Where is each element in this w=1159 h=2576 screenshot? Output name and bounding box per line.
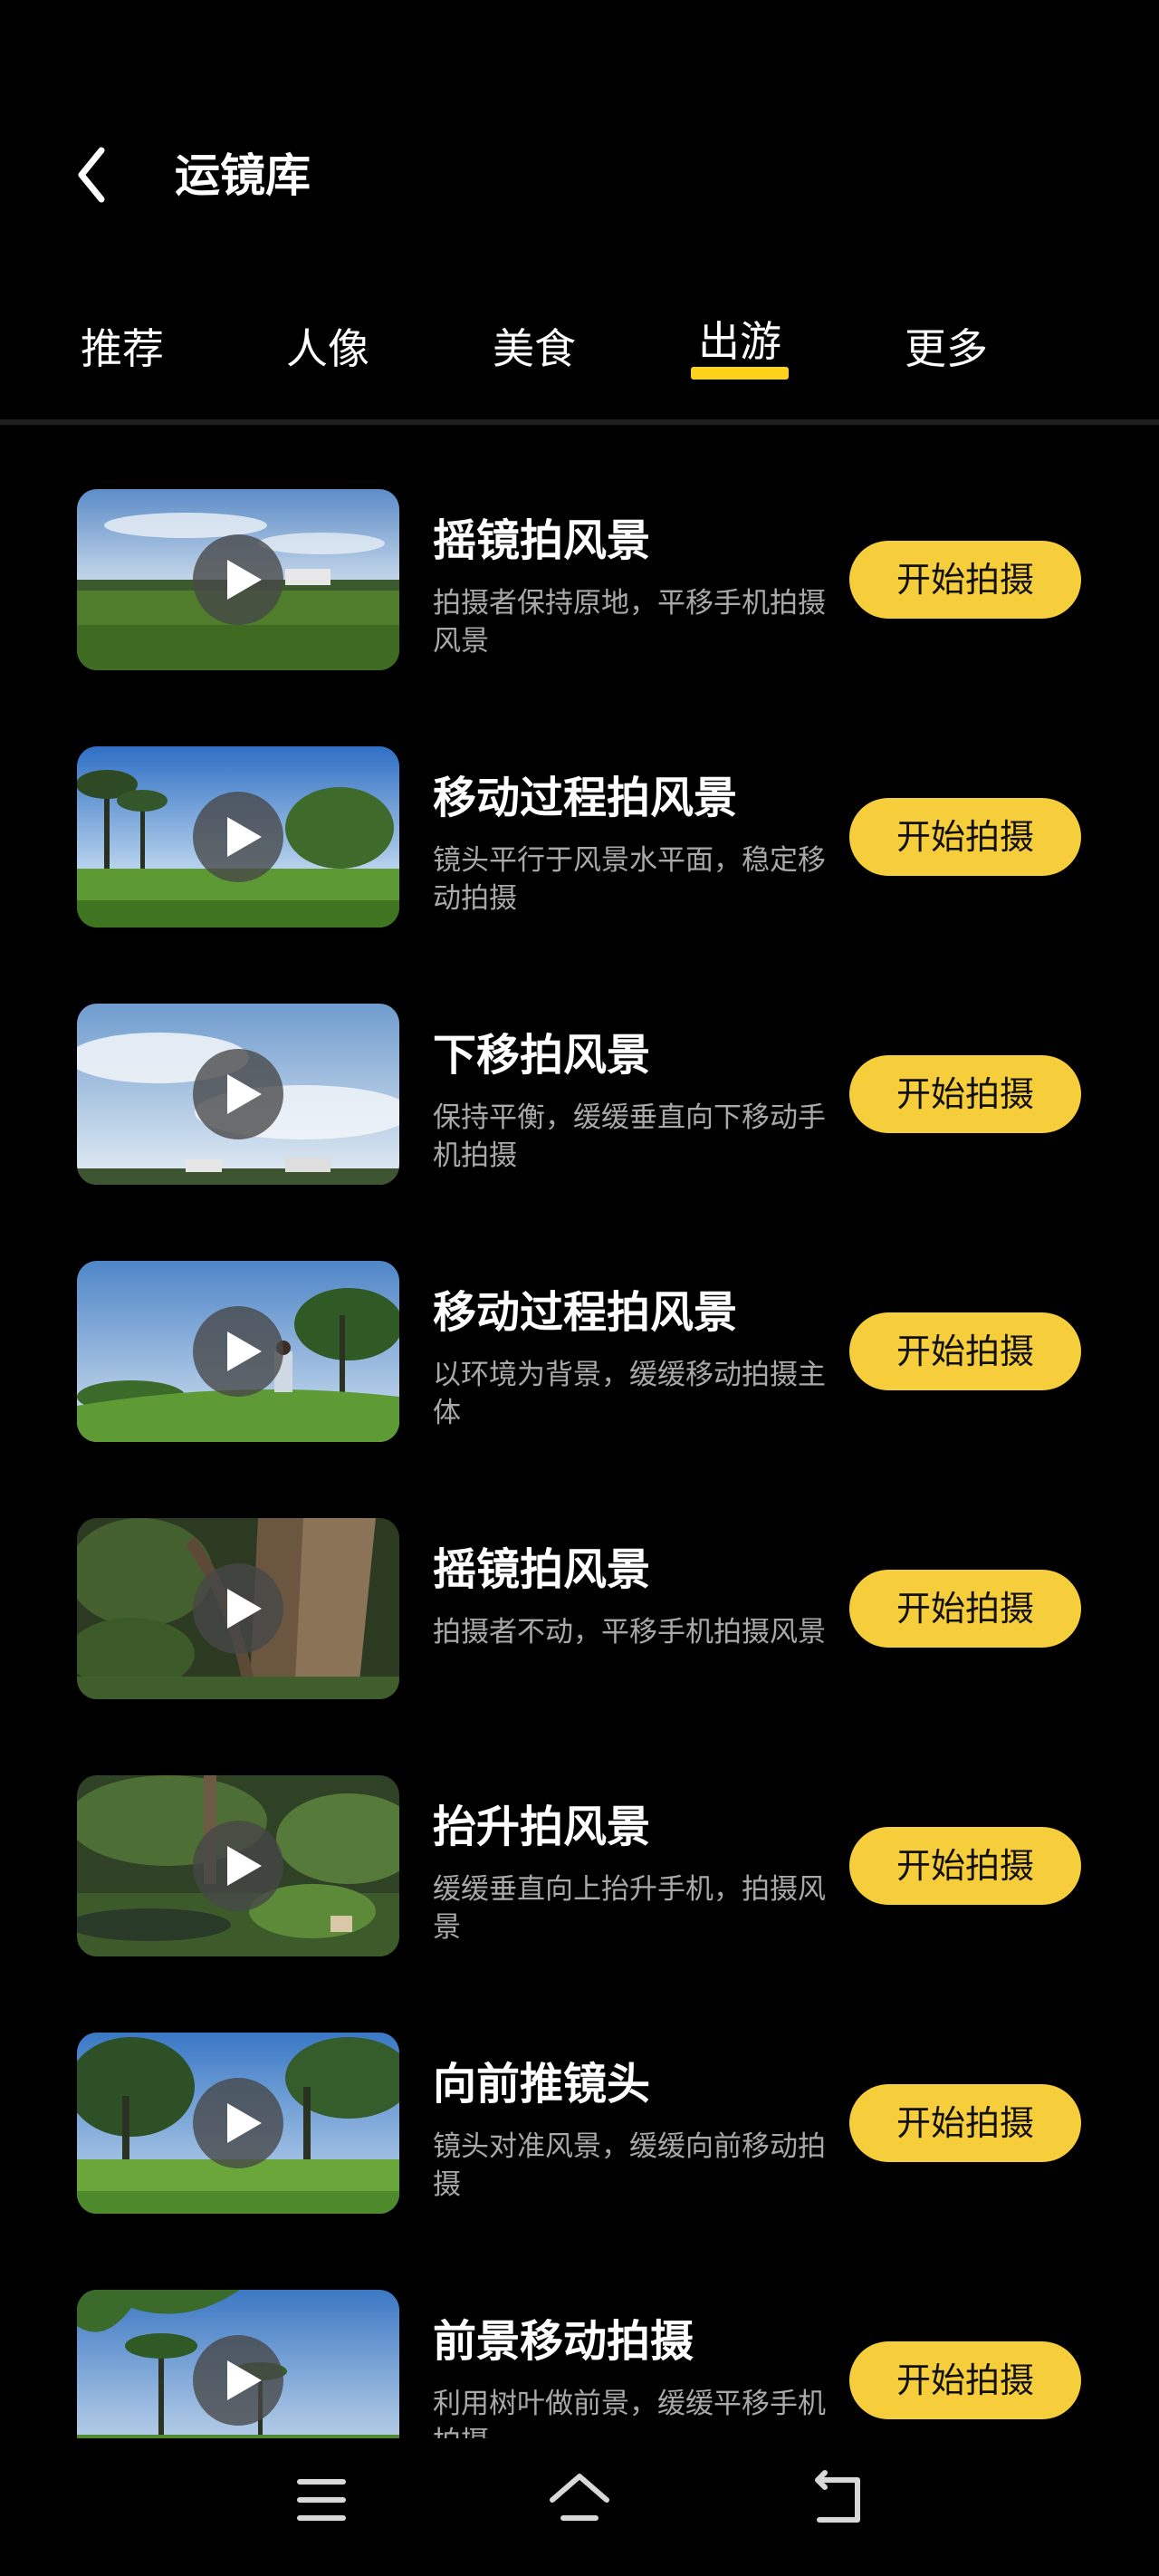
home-icon xyxy=(550,2474,609,2521)
tab-more[interactable]: 更多 xyxy=(883,303,1010,394)
item-title: 抬升拍风景 xyxy=(433,1802,651,1852)
page-title: 运镜库 xyxy=(175,149,311,202)
play-icon xyxy=(227,560,262,600)
item-title: 移动过程拍风景 xyxy=(433,1287,738,1338)
back-nav-button[interactable] xyxy=(792,2464,883,2536)
start-shooting-button[interactable]: 开始拍摄 xyxy=(849,1055,1081,1133)
item-title: 摇镜拍风景 xyxy=(433,1544,651,1595)
item-description: 缓缓垂直向上抬升手机，拍摄风景 xyxy=(433,1873,826,1944)
tab-recommend[interactable]: 推荐 xyxy=(59,303,186,394)
list-item[interactable]: 摇镜拍风景 拍摄者保持原地，平移手机拍摄风景 开始拍摄 xyxy=(0,426,1159,683)
play-icon xyxy=(227,1846,262,1886)
item-description: 以环境为背景，缓缓移动拍摄主体 xyxy=(433,1359,826,1429)
video-thumbnail[interactable] xyxy=(77,1518,399,1699)
header: 运镜库 xyxy=(0,127,1159,226)
camera-move-list: 摇镜拍风景 拍摄者保持原地，平移手机拍摄风景 开始拍摄 移动过程拍风景 镜头平行… xyxy=(0,426,1159,2438)
video-thumbnail[interactable] xyxy=(77,2290,399,2438)
start-shooting-button[interactable]: 开始拍摄 xyxy=(849,1312,1081,1390)
chevron-left-icon xyxy=(78,147,105,203)
active-tab-indicator xyxy=(691,367,789,380)
back-icon xyxy=(815,2470,860,2523)
start-shooting-button[interactable]: 开始拍摄 xyxy=(849,2341,1081,2419)
item-description: 保持平衡，缓缓垂直向下移动手机拍摄 xyxy=(433,1101,826,1172)
play-button[interactable] xyxy=(193,1306,283,1397)
video-thumbnail[interactable] xyxy=(77,2033,399,2214)
item-description: 利用树叶做前景，缓缓平移手机拍摄 xyxy=(433,2388,826,2438)
list-item[interactable]: 移动过程拍风景 镜头平行于风景水平面，稳定移动拍摄 开始拍摄 xyxy=(0,683,1159,940)
play-button[interactable] xyxy=(193,792,283,882)
system-nav-bar xyxy=(0,2438,1159,2576)
menu-button[interactable] xyxy=(276,2464,367,2536)
play-button[interactable] xyxy=(193,2078,283,2168)
start-shooting-button[interactable]: 开始拍摄 xyxy=(849,541,1081,619)
item-description: 拍摄者保持原地，平移手机拍摄风景 xyxy=(433,587,826,658)
play-button[interactable] xyxy=(193,1563,283,1654)
play-button[interactable] xyxy=(193,2335,283,2426)
video-thumbnail[interactable] xyxy=(77,1261,399,1442)
video-thumbnail[interactable] xyxy=(77,1775,399,1956)
tabs-divider xyxy=(0,419,1159,425)
category-tabs: 推荐 人像 美食 出游 更多 xyxy=(0,303,1159,394)
start-shooting-button[interactable]: 开始拍摄 xyxy=(849,1827,1081,1905)
list-item[interactable]: 抬升拍风景 缓缓垂直向上抬升手机，拍摄风景 开始拍摄 xyxy=(0,1712,1159,1969)
item-description: 拍摄者不动，平移手机拍摄风景 xyxy=(433,1616,826,1648)
play-button[interactable] xyxy=(193,534,283,625)
menu-icon xyxy=(297,2479,346,2521)
play-icon xyxy=(227,1589,262,1629)
list-item[interactable]: 前景移动拍摄 利用树叶做前景，缓缓平移手机拍摄 开始拍摄 xyxy=(0,2226,1159,2438)
video-thumbnail[interactable] xyxy=(77,746,399,928)
item-description: 镜头对准风景，缓缓向前移动拍摄 xyxy=(433,2130,826,2201)
tab-food[interactable]: 美食 xyxy=(471,303,598,394)
play-icon xyxy=(227,817,262,857)
play-icon xyxy=(227,1074,262,1114)
list-item[interactable]: 摇镜拍风景 拍摄者不动，平移手机拍摄风景 开始拍摄 xyxy=(0,1455,1159,1712)
item-description: 镜头平行于风景水平面，稳定移动拍摄 xyxy=(433,844,826,915)
start-shooting-button[interactable]: 开始拍摄 xyxy=(849,2084,1081,2162)
tab-portrait[interactable]: 人像 xyxy=(264,303,391,394)
video-thumbnail[interactable] xyxy=(77,489,399,670)
list-item[interactable]: 向前推镜头 镜头对准风景，缓缓向前移动拍摄 开始拍摄 xyxy=(0,1969,1159,2226)
play-icon xyxy=(227,2103,262,2143)
item-title: 向前推镜头 xyxy=(433,2059,651,2110)
back-button[interactable] xyxy=(63,143,127,207)
play-button[interactable] xyxy=(193,1821,283,1911)
video-thumbnail[interactable] xyxy=(77,1004,399,1185)
list-item[interactable]: 下移拍风景 保持平衡，缓缓垂直向下移动手机拍摄 开始拍摄 xyxy=(0,940,1159,1197)
item-title: 下移拍风景 xyxy=(433,1030,651,1081)
start-shooting-button[interactable]: 开始拍摄 xyxy=(849,1570,1081,1648)
play-button[interactable] xyxy=(193,1049,283,1139)
list-item[interactable]: 移动过程拍风景 以环境为背景，缓缓移动拍摄主体 开始拍摄 xyxy=(0,1197,1159,1455)
play-icon xyxy=(227,2360,262,2400)
home-button[interactable] xyxy=(534,2464,625,2536)
item-title: 前景移动拍摄 xyxy=(433,2316,694,2367)
item-title: 摇镜拍风景 xyxy=(433,515,651,566)
play-icon xyxy=(227,1331,262,1371)
item-title: 移动过程拍风景 xyxy=(433,773,738,823)
start-shooting-button[interactable]: 开始拍摄 xyxy=(849,798,1081,876)
app-screen: 运镜库 推荐 人像 美食 出游 更多 摇镜拍风景 拍摄者保持原地，平移手机拍摄风… xyxy=(0,0,1159,2576)
